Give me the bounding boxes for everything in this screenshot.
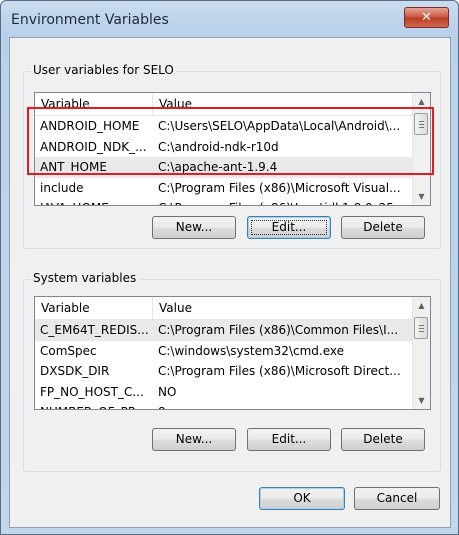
user-row-variable: ANDROID_HOME xyxy=(40,119,140,133)
user-row-java-home[interactable]: JAVA_HOME C:\Program Files (x86)\Java\jd… xyxy=(35,198,413,205)
user-row-value: C:\Program Files (x86)\Microsoft Visual.… xyxy=(158,180,401,195)
window-title: Environment Variables xyxy=(11,12,169,28)
system-row-value: NO xyxy=(158,384,177,399)
user-row-variable: ANDROID_NDK_... xyxy=(40,139,147,154)
system-row-variable: DXSDK_DIR xyxy=(40,364,110,378)
system-variables-list[interactable]: Variable Value C_EM64T_REDIS... C:\Progr… xyxy=(34,296,431,410)
user-list-header: Variable Value xyxy=(35,93,413,116)
system-list-scrollbar[interactable]: ▲ ▼ xyxy=(412,297,430,409)
system-edit-button[interactable]: Edit... xyxy=(247,428,331,451)
user-variables-list[interactable]: Variable Value ANDROID_HOME C:\Users\SEL… xyxy=(34,92,431,206)
user-row-android-ndk[interactable]: ANDROID_NDK_... C:\android-ndk-r10d xyxy=(35,137,413,158)
user-edit-button[interactable]: Edit... xyxy=(247,216,331,239)
user-row-value: C:\android-ndk-r10d xyxy=(158,139,279,154)
user-column-value[interactable]: Value xyxy=(153,93,413,115)
user-row-android-home[interactable]: ANDROID_HOME C:\Users\SELO\AppData\Local… xyxy=(35,116,413,137)
scroll-up-icon[interactable]: ▲ xyxy=(413,297,430,314)
system-new-button[interactable]: New... xyxy=(152,428,236,451)
user-row-ant-home[interactable]: ANT_HOME C:\apache-ant-1.9.4 xyxy=(35,157,413,178)
environment-variables-dialog: Environment Variables ✕ User variables f… xyxy=(0,0,459,535)
system-row-value: C:\Program Files (x86)\Microsoft Direct.… xyxy=(158,364,401,378)
user-column-variable[interactable]: Variable xyxy=(35,93,153,115)
user-list-scrollbar[interactable]: ▲ ▼ xyxy=(412,93,430,205)
system-row-number-of-processors[interactable]: NUMBER_OF_PR... 8 xyxy=(35,402,413,409)
ok-button[interactable]: OK xyxy=(259,487,345,510)
focus-rectangle xyxy=(251,220,327,235)
system-row-variable: NUMBER_OF_PR... xyxy=(40,402,150,409)
system-row-variable: ComSpec xyxy=(40,343,97,358)
user-row-variable: ANT_HOME xyxy=(40,160,107,174)
system-variables-label: System variables xyxy=(31,271,139,285)
system-row-value: C:\Program Files (x86)\Common Files\I... xyxy=(158,323,399,337)
scroll-down-icon[interactable]: ▼ xyxy=(413,392,430,409)
user-new-button[interactable]: New... xyxy=(152,216,236,239)
user-variables-label: User variables for SELO xyxy=(31,63,176,77)
system-column-variable[interactable]: Variable xyxy=(35,297,153,319)
cancel-button[interactable]: Cancel xyxy=(354,487,440,510)
scroll-thumb[interactable] xyxy=(414,317,428,339)
user-row-variable: include xyxy=(40,180,84,195)
system-column-value[interactable]: Value xyxy=(153,297,413,319)
system-row-variable: FP_NO_HOST_C... xyxy=(40,384,144,399)
user-row-value: C:\apache-ant-1.9.4 xyxy=(158,160,278,174)
system-row-fp-no-host[interactable]: FP_NO_HOST_C... NO xyxy=(35,382,413,403)
user-delete-button[interactable]: Delete xyxy=(341,216,425,239)
system-list-header: Variable Value xyxy=(35,297,413,320)
system-row-value: C:\windows\system32\cmd.exe xyxy=(158,343,344,358)
system-row-variable: C_EM64T_REDIS... xyxy=(40,323,149,337)
system-row-c-em64t[interactable]: C_EM64T_REDIS... C:\Program Files (x86)\… xyxy=(35,320,413,341)
user-row-value: C:\Program Files (x86)\Java\jdk1.8.0_25 xyxy=(158,198,408,205)
user-row-variable: JAVA_HOME xyxy=(40,198,150,205)
system-delete-button[interactable]: Delete xyxy=(341,428,425,451)
close-button[interactable]: ✕ xyxy=(404,7,449,28)
system-row-dxsdk-dir[interactable]: DXSDK_DIR C:\Program Files (x86)\Microso… xyxy=(35,361,413,382)
user-variables-group: User variables for SELO Variable Value A… xyxy=(23,63,441,249)
system-row-comspec[interactable]: ComSpec C:\windows\system32\cmd.exe xyxy=(35,341,413,362)
scroll-down-icon[interactable]: ▼ xyxy=(413,188,430,205)
user-row-include[interactable]: include C:\Program Files (x86)\Microsoft… xyxy=(35,178,413,199)
close-icon: ✕ xyxy=(421,10,432,25)
user-row-value: C:\Users\SELO\AppData\Local\Android\... xyxy=(158,119,401,133)
dialog-client-area: User variables for SELO Variable Value A… xyxy=(9,37,451,528)
scroll-up-icon[interactable]: ▲ xyxy=(413,93,430,110)
system-row-value: 8 xyxy=(158,402,408,409)
scroll-thumb[interactable] xyxy=(414,113,428,135)
system-variables-group: System variables Variable Value C_EM64T_… xyxy=(23,271,441,472)
ok-label: OK xyxy=(293,491,311,505)
